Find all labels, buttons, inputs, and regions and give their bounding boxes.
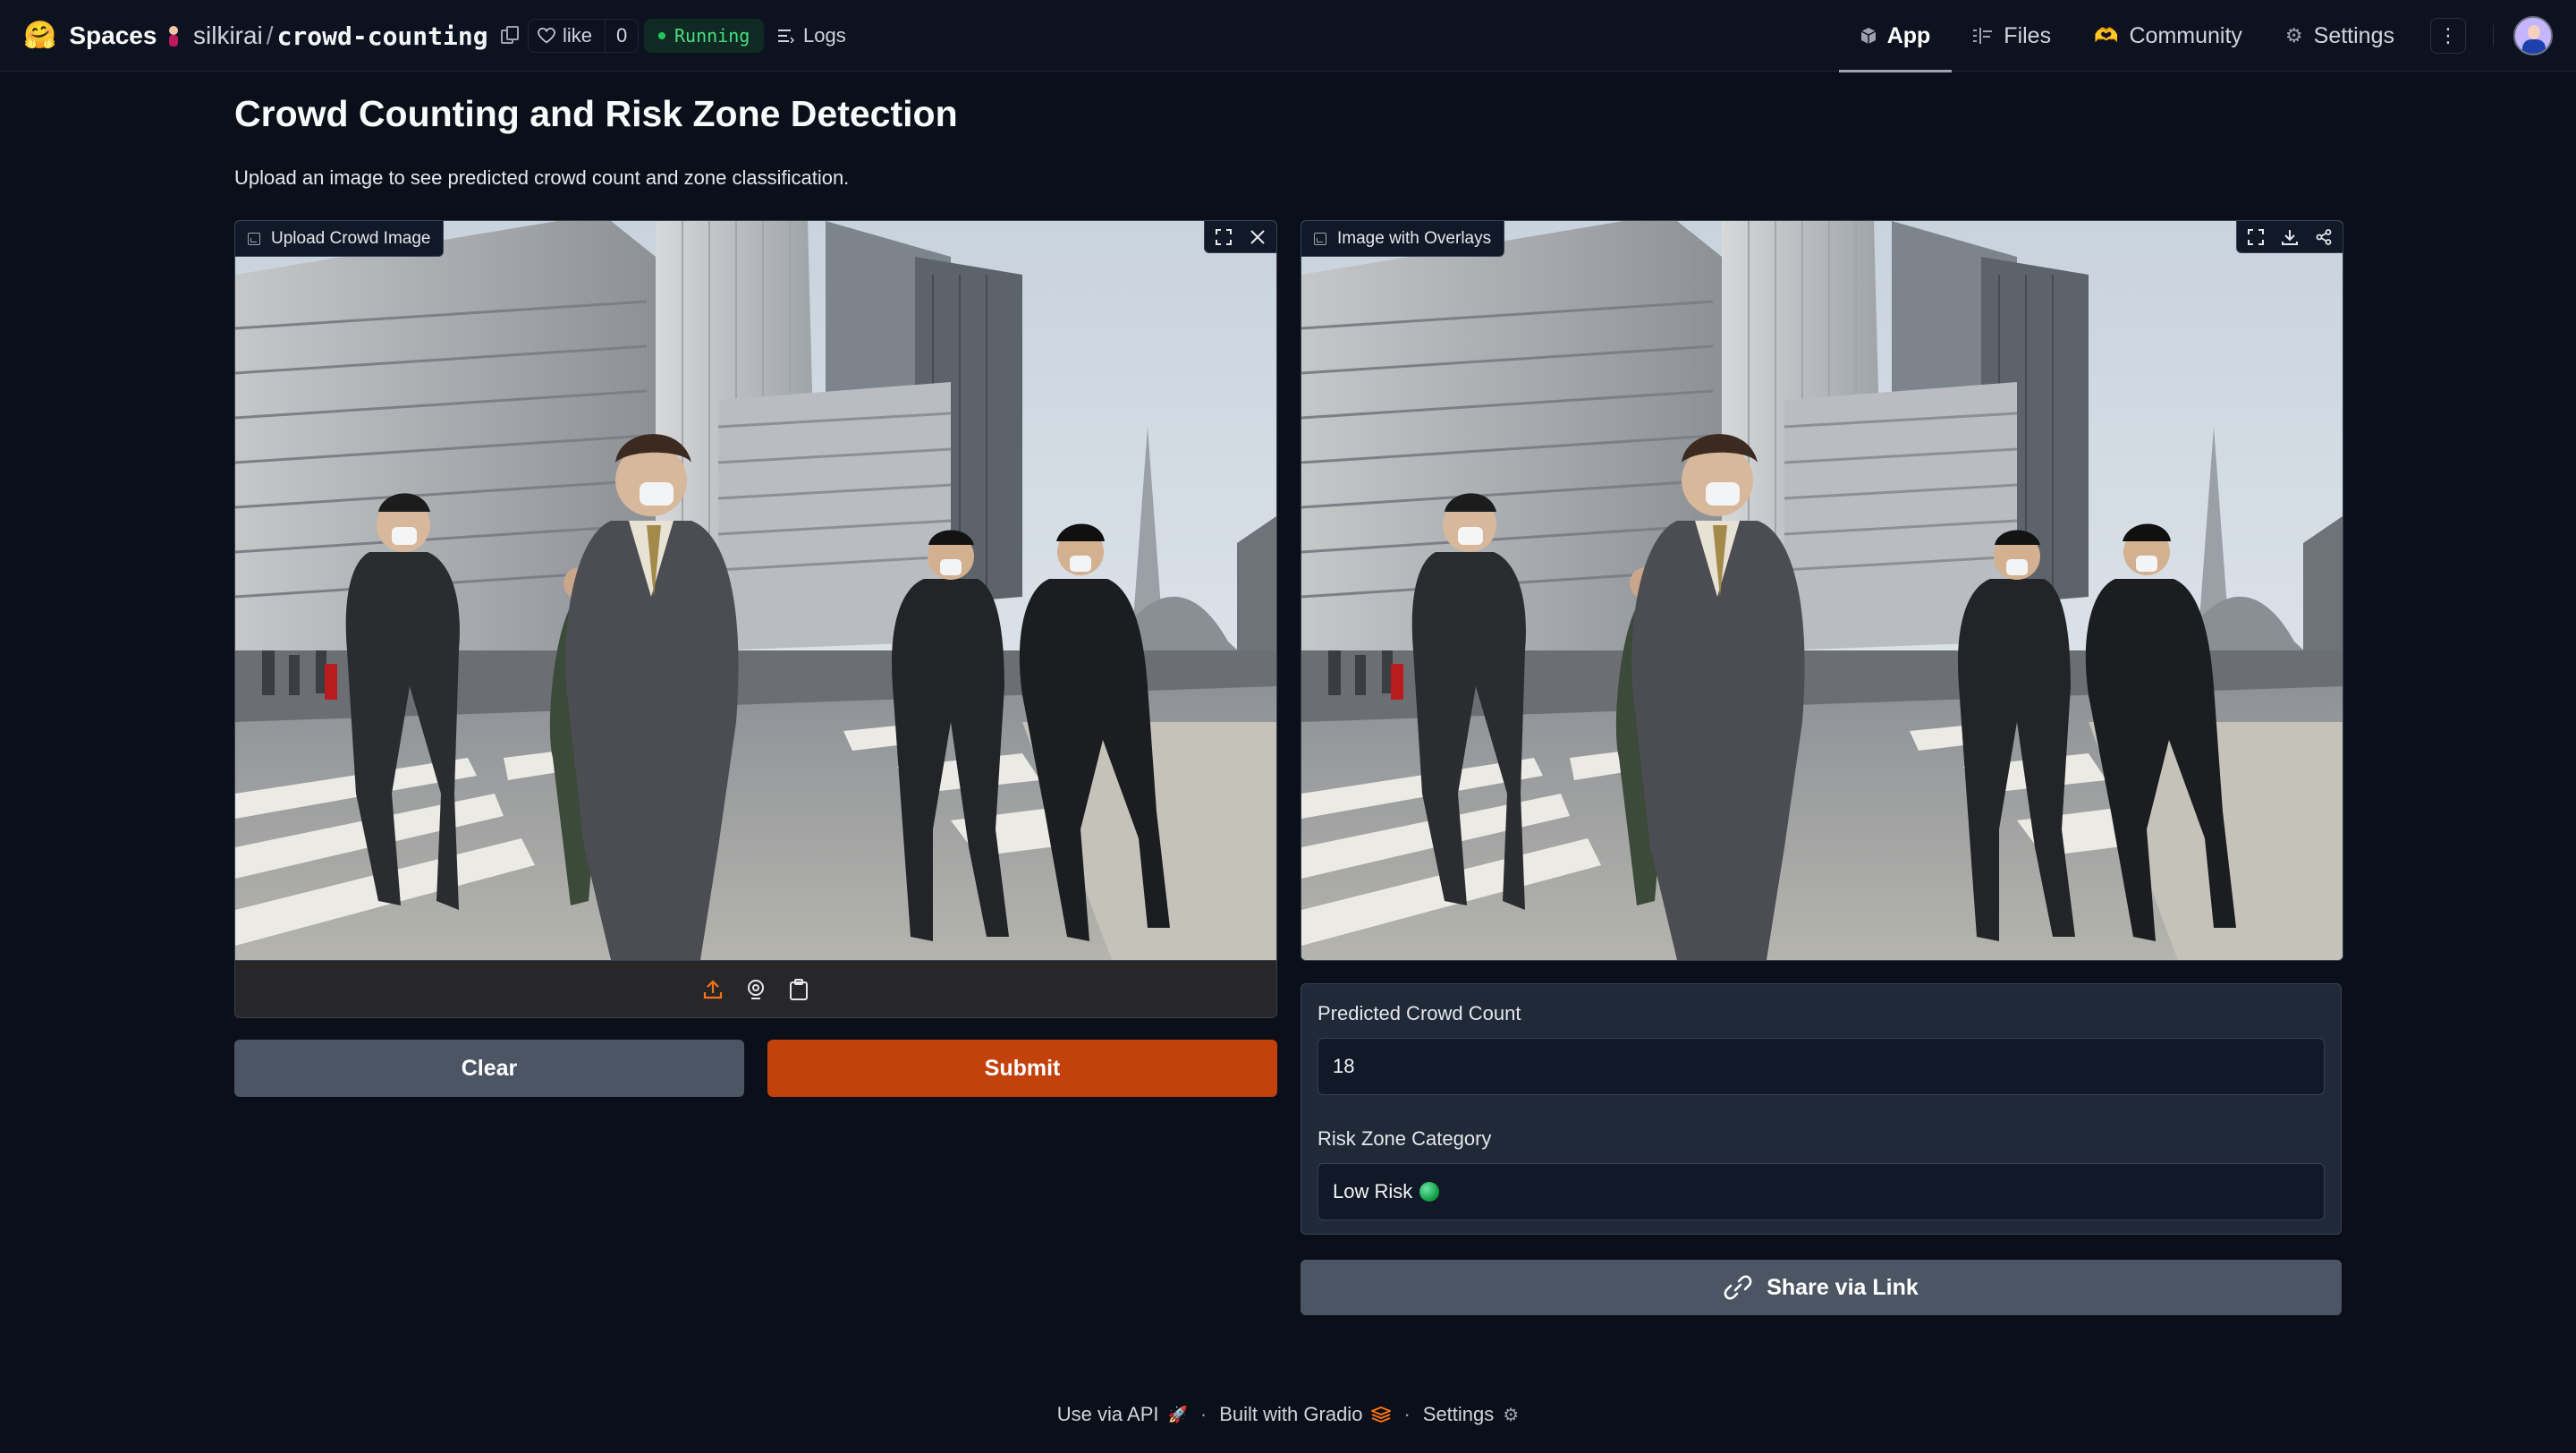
use-via-api-link[interactable]: Use via API 🚀 <box>1057 1403 1188 1426</box>
webcam-icon <box>748 979 764 999</box>
green-circle-icon <box>1419 1182 1440 1202</box>
built-with-gradio-link[interactable]: Built with Gradio <box>1219 1403 1392 1426</box>
tab-settings[interactable]: ⚙ Settings <box>2264 0 2416 72</box>
owner-avatar-icon <box>166 24 184 47</box>
heart-icon <box>538 28 555 44</box>
status-dot-icon <box>658 32 665 39</box>
clipboard-icon <box>790 978 808 1000</box>
image-icon <box>1314 232 1326 245</box>
upload-panel-toolbar <box>1204 221 1276 253</box>
community-icon: 🫶 <box>2094 24 2119 47</box>
kebab-icon: ⋮ <box>2438 24 2458 47</box>
fullscreen-icon <box>1216 229 1232 245</box>
user-avatar[interactable] <box>2513 16 2553 55</box>
fullscreen-icon <box>2248 229 2264 245</box>
gear-icon: ⚙ <box>2284 24 2303 47</box>
status-badge[interactable]: Running <box>644 19 765 53</box>
like-count[interactable]: 0 <box>605 20 638 52</box>
output-panel-toolbar <box>2236 221 2343 253</box>
like-button[interactable]: like <box>529 20 605 52</box>
clipboard-source-button[interactable] <box>787 977 810 1002</box>
share-via-link-button[interactable]: Share via Link <box>1301 1260 2342 1315</box>
image-icon <box>248 232 260 245</box>
risk-zone-label: Risk Zone Category <box>1318 1127 1492 1150</box>
tab-app-label: App <box>1886 22 1931 48</box>
fullscreen-button[interactable] <box>2241 221 2271 253</box>
share-icon <box>2316 229 2332 245</box>
download-button[interactable] <box>2275 221 2305 253</box>
prediction-output-block: Predicted Crowd Count 18 Risk Zone Categ… <box>1301 983 2342 1235</box>
page-description: Upload an image to see predicted crowd c… <box>234 166 850 189</box>
tab-app[interactable]: App <box>1838 0 1953 72</box>
rocket-icon: 🚀 <box>1167 1405 1188 1423</box>
tab-files[interactable]: Files <box>1952 0 2072 72</box>
footer-separator: · <box>1403 1403 1411 1425</box>
repo-breadcrumb: silkirai / crowd-counting <box>166 18 521 54</box>
page-title: Crowd Counting and Risk Zone Detection <box>234 93 958 134</box>
copy-icon[interactable] <box>500 26 521 46</box>
breadcrumb-separator: / <box>266 21 274 49</box>
close-icon <box>1250 230 1265 244</box>
repo-name-link[interactable]: crowd-counting <box>277 21 488 51</box>
logs-icon <box>778 30 794 43</box>
submit-button[interactable]: Submit <box>767 1040 1277 1097</box>
logs-label: Logs <box>803 24 846 47</box>
upload-source-button[interactable] <box>701 977 724 1002</box>
share-via-link-label: Share via Link <box>1767 1274 1919 1300</box>
crowd-count-value: 18 <box>1333 1055 1355 1077</box>
tab-community-label: Community <box>2129 22 2242 48</box>
risk-zone-value: Low Risk <box>1333 1180 1413 1202</box>
logs-button[interactable]: Logs <box>778 19 846 53</box>
top-navbar: 🤗 Spaces silkirai / crowd-counting like … <box>0 0 2576 72</box>
spaces-brand[interactable]: 🤗 Spaces <box>23 18 157 54</box>
output-panel-label-text: Image with Overlays <box>1337 228 1492 248</box>
link-icon <box>1724 1275 1752 1300</box>
gradio-logo-icon <box>1371 1406 1392 1423</box>
spaces-label: Spaces <box>69 21 157 49</box>
upload-panel-label: Upload Crowd Image <box>235 221 445 257</box>
footer-settings-label: Settings <box>1422 1403 1495 1425</box>
uploaded-crowd-image <box>235 221 1276 960</box>
upload-image-panel[interactable]: Upload Crowd Image <box>234 220 1277 1018</box>
download-icon <box>2282 230 2298 245</box>
header-divider <box>2493 25 2494 47</box>
footer-separator: · <box>1199 1403 1208 1425</box>
repo-owner-link[interactable]: silkirai <box>193 21 263 50</box>
clear-button[interactable]: Clear <box>234 1040 744 1097</box>
webcam-source-button[interactable] <box>744 977 767 1002</box>
clear-image-button[interactable] <box>1242 221 1273 253</box>
gear-icon: ⚙ <box>1503 1405 1520 1425</box>
output-image-panel: Image with Overlays <box>1301 220 2343 961</box>
more-options-button[interactable]: ⋮ <box>2430 18 2466 54</box>
use-via-api-label: Use via API <box>1056 1403 1159 1425</box>
upload-icon <box>703 979 723 998</box>
tab-settings-label: Settings <box>2313 22 2394 48</box>
files-icon <box>1973 28 1993 44</box>
status-text: Running <box>674 25 750 47</box>
hugging-face-logo-icon: 🤗 <box>23 21 57 50</box>
output-panel-label: Image with Overlays <box>1301 221 1505 257</box>
footer-settings-link[interactable]: Settings ⚙ <box>1423 1403 1519 1426</box>
footer: Use via API 🚀 · Built with Gradio · Sett… <box>0 1403 2576 1426</box>
like-widget: like 0 <box>528 19 640 53</box>
tab-community[interactable]: 🫶 Community <box>2072 0 2264 72</box>
space-tabs: App Files 🫶 Community ⚙ Settings ⋮ <box>1838 0 2576 72</box>
risk-zone-field[interactable]: Low Risk <box>1318 1163 2325 1220</box>
crowd-count-label: Predicted Crowd Count <box>1318 1002 1521 1024</box>
share-image-button[interactable] <box>2309 221 2339 253</box>
crowd-count-field[interactable]: 18 <box>1318 1038 2325 1095</box>
upload-panel-label-text: Upload Crowd Image <box>271 228 431 248</box>
fullscreen-button[interactable] <box>1208 221 1239 253</box>
tab-files-label: Files <box>2004 22 2052 48</box>
like-label: like <box>563 24 593 47</box>
image-source-bar <box>235 960 1276 1017</box>
cube-icon <box>1860 28 1877 44</box>
output-overlay-image <box>1301 221 2343 960</box>
built-with-gradio-label: Built with Gradio <box>1219 1403 1363 1425</box>
